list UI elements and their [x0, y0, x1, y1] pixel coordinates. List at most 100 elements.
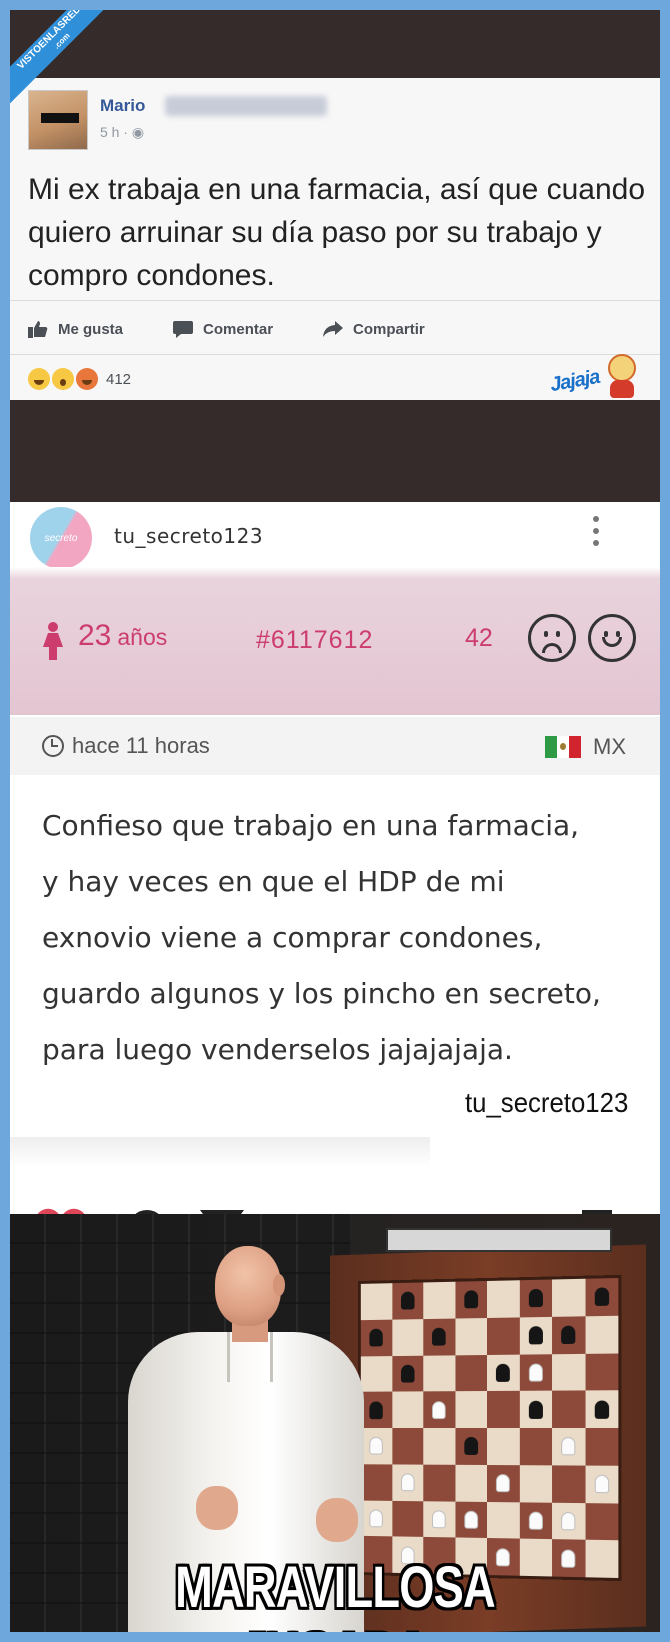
posted-time: hace 11 horas [72, 733, 210, 758]
profile-avatar[interactable]: secreto [30, 507, 92, 569]
chess-square [391, 1391, 424, 1428]
black-chess-piece [528, 1400, 543, 1419]
reaction-count: 412 [106, 370, 132, 388]
chess-square [552, 1353, 586, 1391]
chess-square [454, 1501, 487, 1539]
chess-square [585, 1352, 619, 1391]
post-actions: Me gusta Comentar Compartir [28, 316, 475, 342]
white-chess-piece [432, 1400, 446, 1419]
confession-id[interactable]: #6117612 [256, 626, 373, 655]
chess-square [552, 1316, 586, 1354]
sad-face-icon[interactable] [528, 614, 576, 662]
chess-square [519, 1428, 553, 1466]
chess-square [391, 1282, 424, 1320]
chess-square [454, 1464, 487, 1502]
white-chess-piece [432, 1510, 446, 1529]
post-time-text: 5 h · [100, 124, 132, 140]
post-time: 5 h · ◉ [100, 124, 144, 141]
chess-square [585, 1428, 619, 1466]
black-chess-piece [561, 1325, 576, 1345]
white-chess-piece [369, 1437, 384, 1455]
author-avatar[interactable] [28, 90, 88, 150]
black-chess-piece [594, 1400, 609, 1419]
chess-square [454, 1354, 487, 1392]
chess-square [391, 1355, 424, 1392]
share-label: Compartir [353, 320, 425, 338]
wow-reaction-icon [52, 368, 74, 390]
black-chess-piece [528, 1326, 543, 1345]
chess-square [360, 1391, 392, 1428]
white-chess-piece [369, 1509, 384, 1528]
content-frame: Mario 5 h · ◉ Mi ex trabaja en una farma… [10, 10, 660, 1632]
chess-square [552, 1278, 586, 1317]
chess-square [391, 1318, 424, 1356]
confession-meta-bar: hace 11 horas MX [10, 717, 660, 775]
divider [10, 300, 660, 301]
blurred-surname [165, 96, 327, 116]
mexico-flag-icon [545, 736, 581, 758]
white-chess-piece [528, 1511, 543, 1530]
white-chess-piece [496, 1474, 511, 1493]
facebook-post-card: Mario 5 h · ◉ Mi ex trabaja en una farma… [10, 78, 660, 400]
chess-square [519, 1501, 553, 1540]
black-chess-piece [400, 1364, 415, 1383]
chess-square [360, 1500, 392, 1537]
black-chess-piece [528, 1289, 543, 1308]
chess-square [585, 1315, 619, 1354]
black-chess-piece [464, 1437, 478, 1456]
reactions-summary[interactable]: 412 [28, 368, 131, 390]
sticker-text: Jajaja [548, 365, 602, 397]
age-unit: años [117, 624, 168, 650]
chess-square [391, 1500, 424, 1538]
share-button[interactable]: Compartir [323, 320, 425, 338]
chess-square [519, 1316, 553, 1355]
happy-face-icon[interactable] [588, 614, 636, 662]
chess-square [585, 1502, 619, 1541]
censor-bar [41, 113, 79, 123]
vote-count: 42 [465, 624, 493, 652]
author-name[interactable]: Mario [100, 96, 145, 116]
chess-square [585, 1390, 619, 1428]
like-button[interactable]: Me gusta [28, 320, 123, 338]
chess-square [391, 1428, 424, 1465]
chess-square [487, 1391, 520, 1428]
chess-square [552, 1390, 586, 1428]
chess-square [454, 1428, 487, 1465]
chessboard-nameplate [386, 1228, 612, 1252]
chess-square [360, 1464, 392, 1501]
chess-square [487, 1354, 520, 1392]
chess-square [360, 1355, 392, 1392]
black-chess-piece [369, 1401, 384, 1419]
chess-square [585, 1277, 619, 1317]
angry-reaction-icon [76, 368, 98, 390]
chess-square [552, 1428, 586, 1466]
chess-square [552, 1502, 586, 1540]
chess-square [552, 1465, 586, 1503]
man-right-fist [316, 1498, 358, 1542]
more-options-icon[interactable] [592, 512, 600, 552]
woman-icon [43, 622, 63, 660]
black-chess-piece [400, 1291, 415, 1310]
thumbs-up-icon [28, 321, 48, 338]
avatar-text: secreto [44, 532, 78, 544]
chess-square [585, 1465, 619, 1504]
profile-username[interactable]: tu_secreto123 [114, 524, 263, 548]
chess-square [519, 1464, 553, 1503]
chess-square [423, 1281, 455, 1319]
chess-square [585, 1539, 619, 1579]
chess-square [487, 1501, 520, 1539]
chessboard [357, 1274, 622, 1582]
man-ear [273, 1274, 285, 1296]
chess-square [519, 1390, 553, 1428]
comment-label: Comentar [203, 320, 274, 338]
confession-text: Confieso que trabajo en una farmacia, y … [42, 809, 601, 1066]
age-value: 23 [78, 619, 112, 652]
meme-caption: MARAVILLOSA JUGADA [175, 1555, 496, 1632]
comment-button[interactable]: Comentar [173, 320, 273, 338]
haha-reaction-icon [28, 368, 50, 390]
author-age: 23 años [78, 619, 167, 653]
chess-square [519, 1353, 553, 1392]
chess-square [360, 1283, 392, 1320]
chess-square [423, 1354, 455, 1392]
like-label: Me gusta [58, 320, 124, 338]
